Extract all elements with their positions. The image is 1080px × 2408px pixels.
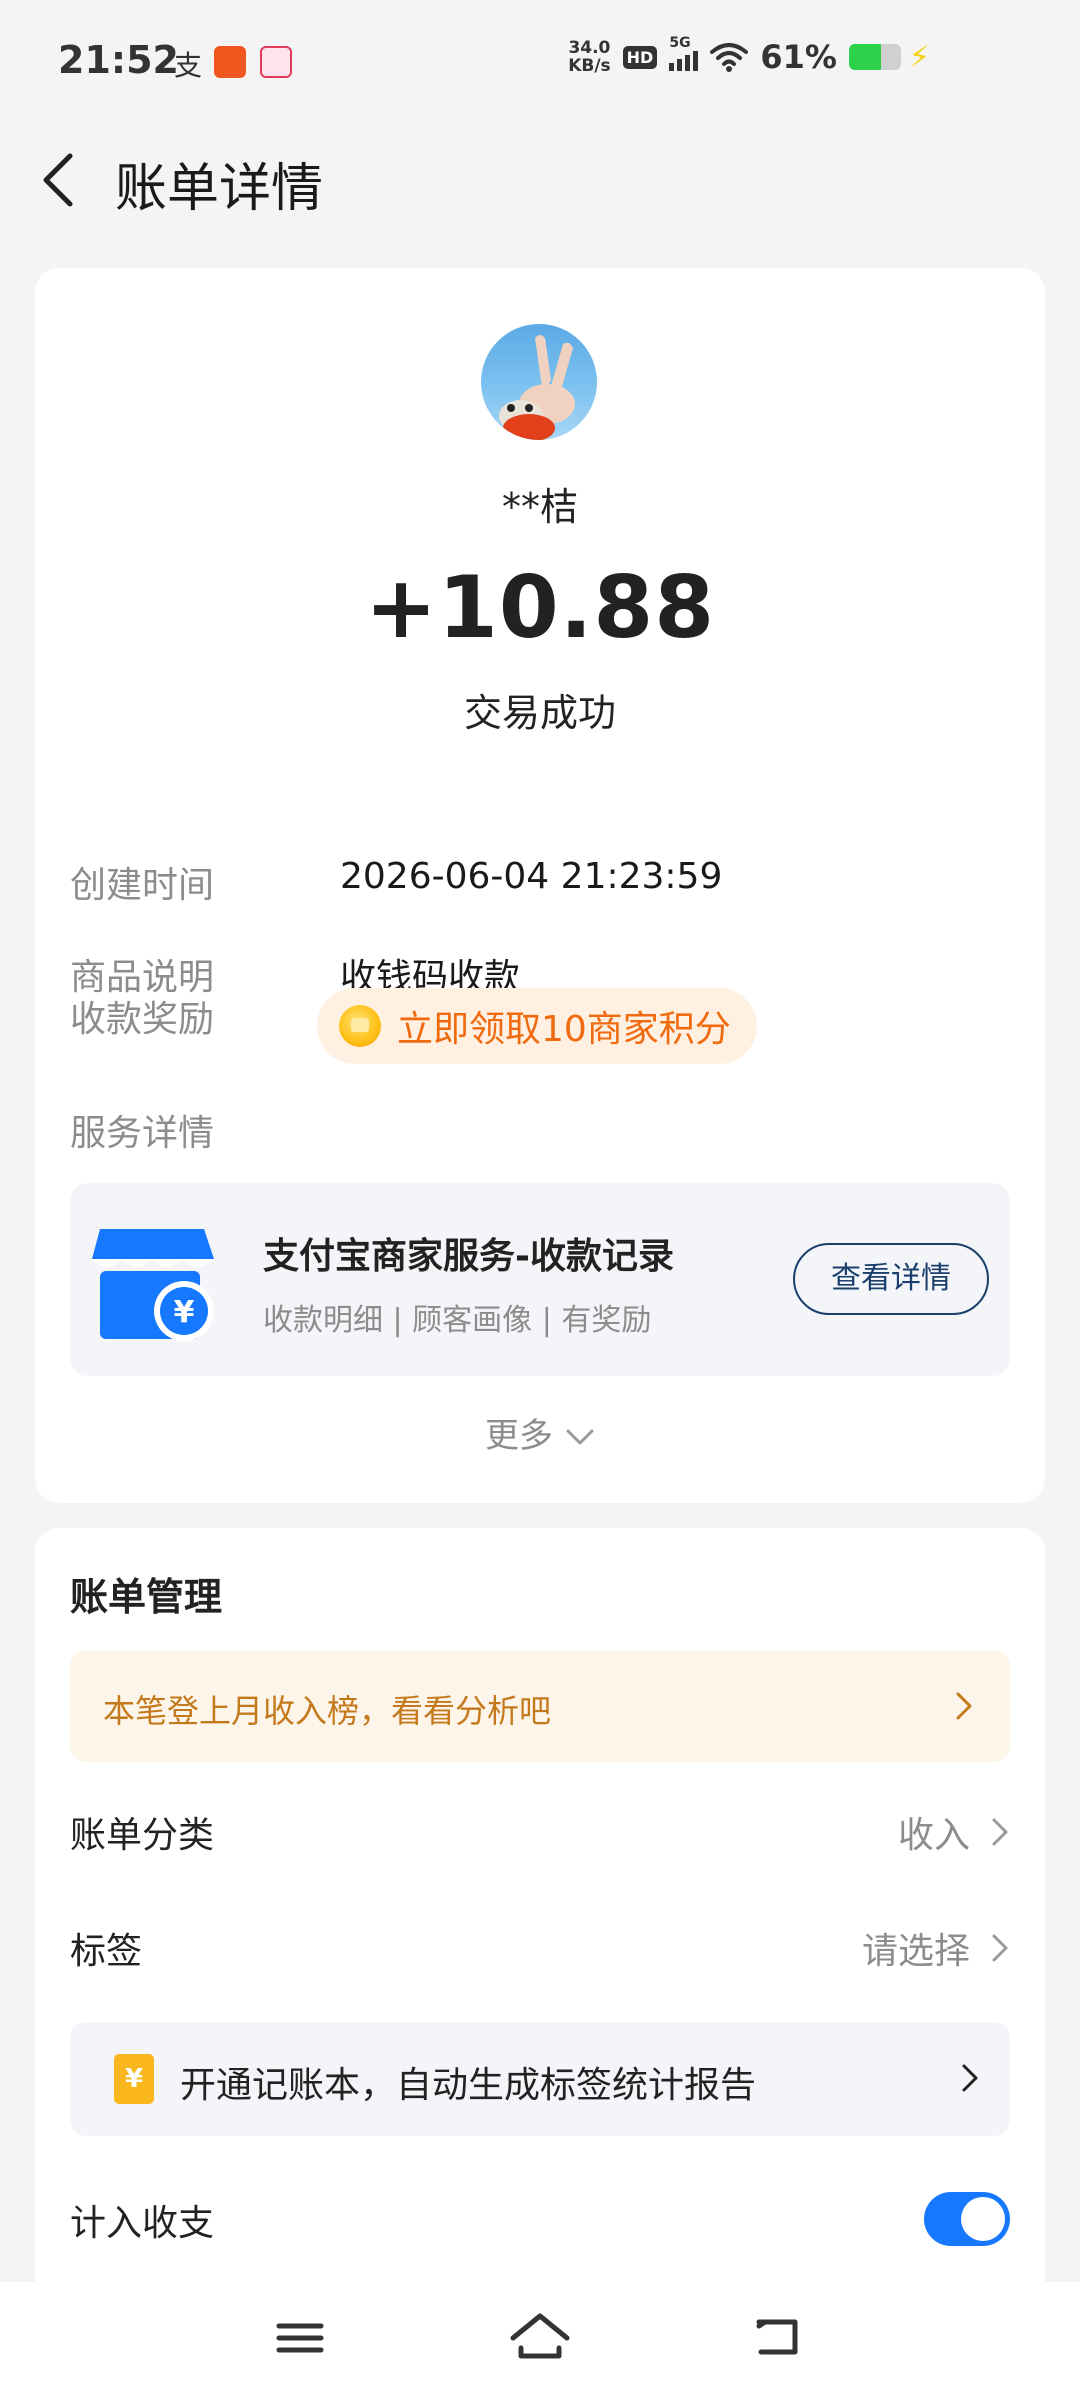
signal-icon: 5G [669,35,699,71]
tag-label: 标签 [70,1931,143,1972]
chevron-right-icon [990,1932,1010,1964]
svg-text:¥: ¥ [174,1295,195,1330]
section-title: 账单管理 [70,1575,223,1619]
transaction-status: 交易成功 [463,691,616,735]
bookkeeping-banner[interactable]: ¥ 开通记账本，自动生成标签统计报告 [70,2022,1010,2136]
view-details-button[interactable]: 查看详情 [793,1243,989,1315]
toggle-knob [961,2197,1005,2241]
network-speed-value: 34.0 [568,38,611,58]
charging-icon: ⚡ [908,39,930,75]
menu-button[interactable] [265,2308,335,2368]
battery-percent: 61% [760,38,837,76]
alipay-icon: 支 [173,49,202,82]
bookkeeping-text: 开通记账本，自动生成标签统计报告 [180,2065,757,2106]
back-button[interactable] [30,148,90,212]
chevron-right-icon [960,2062,980,2094]
avatar[interactable] [481,324,597,440]
chevron-right-icon [990,1816,1010,1848]
home-icon [510,2313,570,2359]
bill-category-value: 收入 [897,1815,970,1856]
reward-label: 收款奖励 [70,999,215,1040]
status-time: 21:52 [58,38,179,82]
app-notification-icon [260,46,292,78]
network-type: 5G [669,35,691,51]
return-icon [756,2319,798,2355]
income-rank-tip: 本笔登上月收入榜，看看分析吧 [103,1692,552,1730]
claim-reward-button[interactable]: 立即领取10商家积分 [317,988,757,1064]
shop-yuan-icon: ¥ [92,1229,214,1341]
hd-icon: HD [622,45,658,69]
tag-value: 请选择 [861,1931,970,1972]
bill-category-label: 账单分类 [70,1815,215,1856]
service-label: 服务详情 [70,1113,215,1154]
count-in-balance-label: 计入收支 [70,2203,215,2244]
chevron-right-icon [954,1690,974,1722]
created-time-label: 创建时间 [70,865,215,906]
created-time-value: 2026-06-04 21:23:59 [340,856,723,897]
tag-row[interactable]: 标签 请选择 [70,1906,1010,1986]
app-notification-icon [214,46,246,78]
avatar-image [499,335,575,440]
status-indicators: 34.0 KB/s HD 5G 61% ⚡ [568,35,930,76]
page-title: 账单详情 [115,159,324,219]
service-title: 支付宝商家服务-收款记录 [263,1236,674,1277]
wifi-icon [710,43,749,72]
coin-icon [339,1005,381,1047]
system-navigation-bar [0,2282,1080,2408]
count-in-balance-row: 计入收支 [70,2178,1010,2258]
header: 账单详情 [0,130,1080,230]
income-rank-banner[interactable]: 本笔登上月收入榜，看看分析吧 [70,1650,1010,1762]
payer-name: **桔 [501,485,578,529]
bill-management-card: 账单管理 本笔登上月收入榜，看看分析吧 账单分类 收入 标签 请选择 ¥ 开通记… [35,1528,1045,2408]
claim-reward-label: 立即领取10商家积分 [397,1009,731,1050]
menu-icon [276,2323,324,2353]
count-in-balance-toggle[interactable] [924,2192,1010,2246]
chevron-left-icon [43,153,73,207]
transaction-amount: +10.88 [364,558,716,658]
transaction-card: **桔 +10.88 交易成功 创建时间 2026-06-04 21:23:59… [35,268,1045,1503]
chevron-down-icon [566,1429,594,1444]
more-button[interactable]: 更多 [35,1408,1045,1457]
more-label: 更多 [485,1416,553,1456]
ledger-icon: ¥ [114,2054,154,2104]
service-record-card[interactable]: ¥ 支付宝商家服务-收款记录 收款明细 | 顾客画像 | 有奖励 查看详情 [70,1183,1010,1376]
network-speed-unit: KB/s [568,56,611,76]
back-nav-button[interactable] [745,2308,815,2368]
bill-category-row[interactable]: 账单分类 收入 [70,1790,1010,1870]
status-bar: 21:52 支 34.0 KB/s HD 5G 61% ⚡ [0,0,1080,120]
service-subtitle: 收款明细 | 顾客画像 | 有奖励 [263,1303,652,1338]
battery-fill [848,44,881,70]
home-button[interactable] [505,2308,575,2368]
battery-icon [848,44,901,70]
network-speed: 34.0 KB/s [568,39,610,75]
